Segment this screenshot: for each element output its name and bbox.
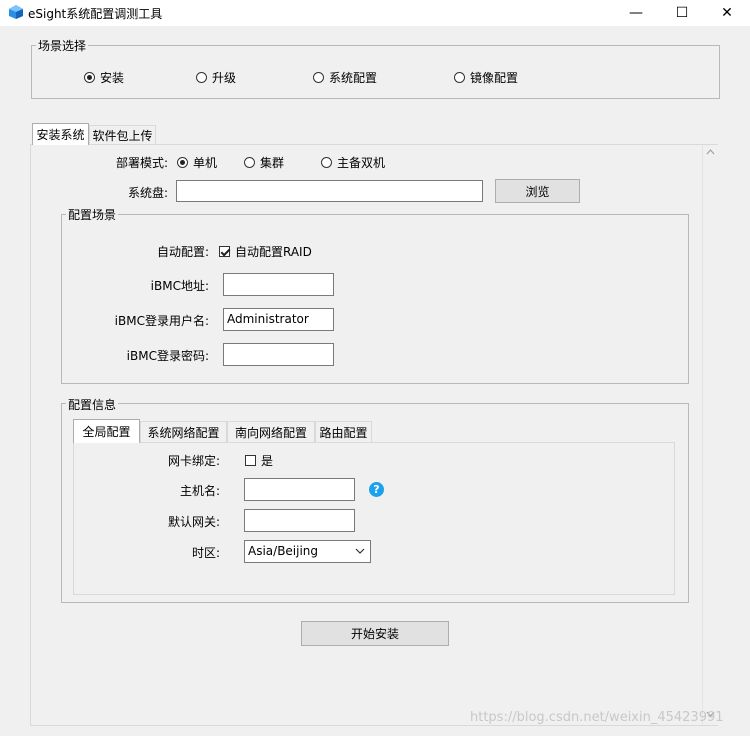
nic-binding-option: 是 [261, 454, 274, 468]
deploy-mode-label: 部署模式: [115, 156, 168, 170]
scene-radio-label: 镜像配置 [470, 71, 519, 85]
deploy-radio-standalone[interactable]: 单机 [177, 154, 217, 171]
close-button[interactable]: ✕ [704, 0, 750, 26]
scene-radio-image-config[interactable]: 镜像配置 [454, 69, 518, 86]
chevron-down-icon [355, 548, 365, 554]
browse-button-label: 浏览 [525, 184, 550, 199]
ibmc-address-input[interactable] [223, 273, 334, 296]
start-install-label: 开始安装 [350, 627, 399, 641]
nic-binding-checkbox[interactable]: 是 [245, 452, 273, 469]
auto-raid-label: 自动配置RAID [235, 245, 312, 259]
tab-label: 南向网络配置 [234, 426, 307, 440]
tab-label: 软件包上传 [92, 129, 153, 143]
scroll-up-icon[interactable] [706, 149, 715, 155]
timezone-select[interactable]: Asia/Beijing [244, 540, 371, 563]
maximize-icon: ☐ [675, 5, 689, 21]
maximize-button[interactable]: ☐ [659, 0, 705, 26]
minimize-button[interactable]: — [613, 0, 659, 26]
system-disk-input[interactable] [176, 180, 483, 202]
radio-unselected-icon [313, 72, 324, 83]
tab-label: 路由配置 [319, 426, 368, 440]
minimize-icon: — [629, 5, 643, 21]
tab-south-network[interactable]: 南向网络配置 [227, 421, 315, 443]
deploy-radio-label: 集群 [260, 156, 285, 170]
gateway-label: 默认网关: [167, 515, 220, 529]
scene-radio-label: 安装 [100, 71, 125, 85]
auto-raid-checkbox[interactable]: 自动配置RAID [219, 243, 312, 260]
deploy-radio-cluster[interactable]: 集群 [244, 154, 284, 171]
deploy-radio-active-standby[interactable]: 主备双机 [321, 154, 385, 171]
system-disk-label: 系统盘: [127, 186, 168, 200]
hostname-input[interactable] [244, 478, 355, 501]
ibmc-username-input[interactable]: Administrator [223, 308, 334, 331]
auto-config-label: 自动配置: [156, 245, 209, 259]
scene-radio-install[interactable]: 安装 [84, 69, 124, 86]
config-scene-legend: 配置场景 [66, 206, 119, 223]
app-logo-icon [9, 5, 23, 19]
checkbox-unchecked-icon [245, 455, 256, 466]
tab-package-upload[interactable]: 软件包上传 [89, 125, 156, 145]
nic-binding-label: 网卡绑定: [167, 454, 220, 468]
tab-label: 全局配置 [82, 425, 131, 439]
window-title: eSight系统配置调测工具 [28, 7, 163, 21]
tab-global-config[interactable]: 全局配置 [73, 419, 140, 443]
start-install-button[interactable]: 开始安装 [301, 621, 449, 646]
radio-selected-icon [177, 157, 188, 168]
deploy-radio-label: 单机 [193, 156, 218, 170]
ibmc-password-input[interactable] [223, 343, 334, 366]
title-bar: eSight系统配置调测工具 — ☐ ✕ [0, 0, 750, 26]
hostname-label: 主机名: [179, 484, 220, 498]
radio-unselected-icon [196, 72, 207, 83]
ibmc-address-label: iBMC地址: [150, 279, 209, 293]
tab-label: 安装系统 [36, 128, 85, 142]
browse-button[interactable]: 浏览 [495, 179, 580, 203]
scene-radio-upgrade[interactable]: 升级 [196, 69, 236, 86]
scene-radio-system-config[interactable]: 系统配置 [313, 69, 377, 86]
tab-routing[interactable]: 路由配置 [315, 421, 372, 443]
radio-unselected-icon [244, 157, 255, 168]
scene-radio-label: 升级 [212, 71, 237, 85]
radio-selected-icon [84, 72, 95, 83]
timezone-label: 时区: [191, 546, 220, 560]
help-icon[interactable]: ? [369, 482, 384, 497]
close-icon: ✕ [721, 5, 733, 21]
tab-install-system[interactable]: 安装系统 [32, 123, 89, 145]
radio-unselected-icon [454, 72, 465, 83]
scene-legend: 场景选择 [36, 37, 89, 54]
checkbox-checked-icon [219, 246, 230, 257]
gateway-input[interactable] [244, 509, 355, 532]
tab-label: 系统网络配置 [147, 426, 220, 440]
ibmc-password-label: iBMC登录密码: [126, 349, 209, 363]
tab-system-network[interactable]: 系统网络配置 [140, 421, 227, 443]
vertical-scrollbar[interactable] [702, 145, 718, 725]
scene-radio-label: 系统配置 [329, 71, 378, 85]
ibmc-username-label: iBMC登录用户名: [114, 314, 209, 328]
deploy-radio-label: 主备双机 [337, 156, 386, 170]
watermark-text: https://blog.csdn.net/weixin_45423991 [470, 710, 724, 725]
config-info-legend: 配置信息 [66, 396, 119, 413]
radio-unselected-icon [321, 157, 332, 168]
timezone-value: Asia/Beijing [248, 544, 319, 558]
